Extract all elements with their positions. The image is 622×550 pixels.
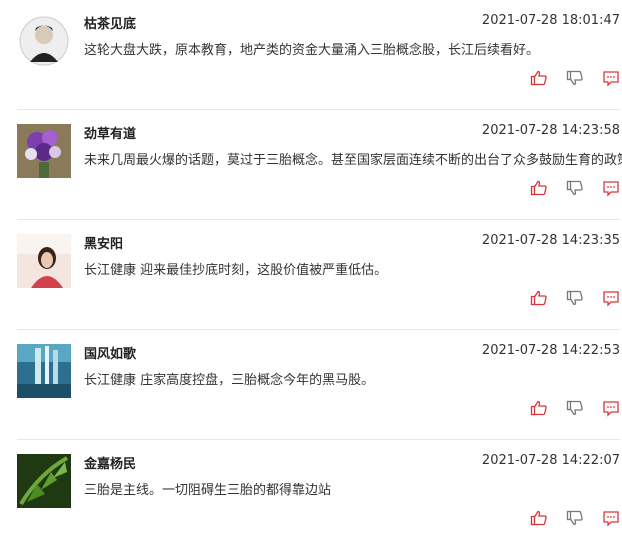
thumbs-down-icon[interactable]	[566, 399, 584, 417]
comment-icon[interactable]	[602, 289, 620, 307]
comment-item: 枯茶见底 2021-07-28 18:01:47 这轮大盘大跌，原本教育，地产类…	[17, 0, 620, 110]
avatar[interactable]	[17, 344, 71, 398]
comment-text: 未来几周最火爆的话题，莫过于三胎概念。甚至国家层面连续不断的出台了众多鼓励生育的…	[84, 153, 622, 168]
comment-item: 金嘉杨民 2021-07-28 14:22:07 三胎是主线。一切阻碍生三胎的都…	[17, 440, 620, 550]
thumbs-up-icon[interactable]	[530, 289, 548, 307]
timestamp: 2021-07-28 14:22:53	[481, 343, 620, 358]
thumbs-down-icon[interactable]	[566, 69, 584, 87]
comment-icon[interactable]	[602, 179, 620, 197]
author-name[interactable]: 黑安阳	[84, 233, 123, 252]
comment-item: 黑安阳 2021-07-28 14:23:35 长江健康 迎来最佳抄底时刻，这股…	[17, 220, 620, 330]
comment-actions	[530, 399, 620, 417]
author-name[interactable]: 金嘉杨民	[84, 453, 136, 472]
thumbs-up-icon[interactable]	[530, 509, 548, 527]
avatar[interactable]	[17, 124, 71, 178]
author-name[interactable]: 劲草有道	[84, 123, 136, 142]
thumbs-down-icon[interactable]	[566, 509, 584, 527]
timestamp: 2021-07-28 14:22:07	[481, 453, 620, 468]
comment-icon[interactable]	[602, 69, 620, 87]
thumbs-up-icon[interactable]	[530, 69, 548, 87]
comment-actions	[530, 289, 620, 307]
thumbs-down-icon[interactable]	[566, 289, 584, 307]
author-name[interactable]: 国风如歌	[84, 343, 136, 362]
comment-text: 长江健康 迎来最佳抄底时刻，这股价值被严重低估。	[84, 263, 388, 278]
comment-actions	[530, 69, 620, 87]
comment-list: 枯茶见底 2021-07-28 18:01:47 这轮大盘大跌，原本教育，地产类…	[0, 0, 622, 550]
comment-icon[interactable]	[602, 399, 620, 417]
timestamp: 2021-07-28 14:23:35	[481, 233, 620, 248]
thumbs-up-icon[interactable]	[530, 179, 548, 197]
thumbs-down-icon[interactable]	[566, 179, 584, 197]
avatar[interactable]	[17, 14, 71, 68]
comment-icon[interactable]	[602, 509, 620, 527]
comment-text: 三胎是主线。一切阻碍生三胎的都得靠边站	[84, 483, 332, 498]
comment-actions	[530, 179, 620, 197]
comment-actions	[530, 509, 620, 527]
timestamp: 2021-07-28 18:01:47	[481, 13, 620, 28]
comment-text: 这轮大盘大跌，原本教育，地产类的资金大量涌入三胎概念股，长江后续看好。	[84, 43, 540, 58]
comment-item: 劲草有道 2021-07-28 14:23:58 未来几周最火爆的话题，莫过于三…	[17, 110, 622, 220]
timestamp: 2021-07-28 14:23:58	[481, 123, 620, 138]
avatar[interactable]	[17, 454, 71, 508]
avatar[interactable]	[17, 234, 71, 288]
comment-item: 国风如歌 2021-07-28 14:22:53 长江健康 庄家高度控盘，三胎概…	[17, 330, 620, 440]
thumbs-up-icon[interactable]	[530, 399, 548, 417]
author-name[interactable]: 枯茶见底	[84, 13, 136, 32]
comment-text: 长江健康 庄家高度控盘，三胎概念今年的黑马股。	[84, 373, 375, 388]
